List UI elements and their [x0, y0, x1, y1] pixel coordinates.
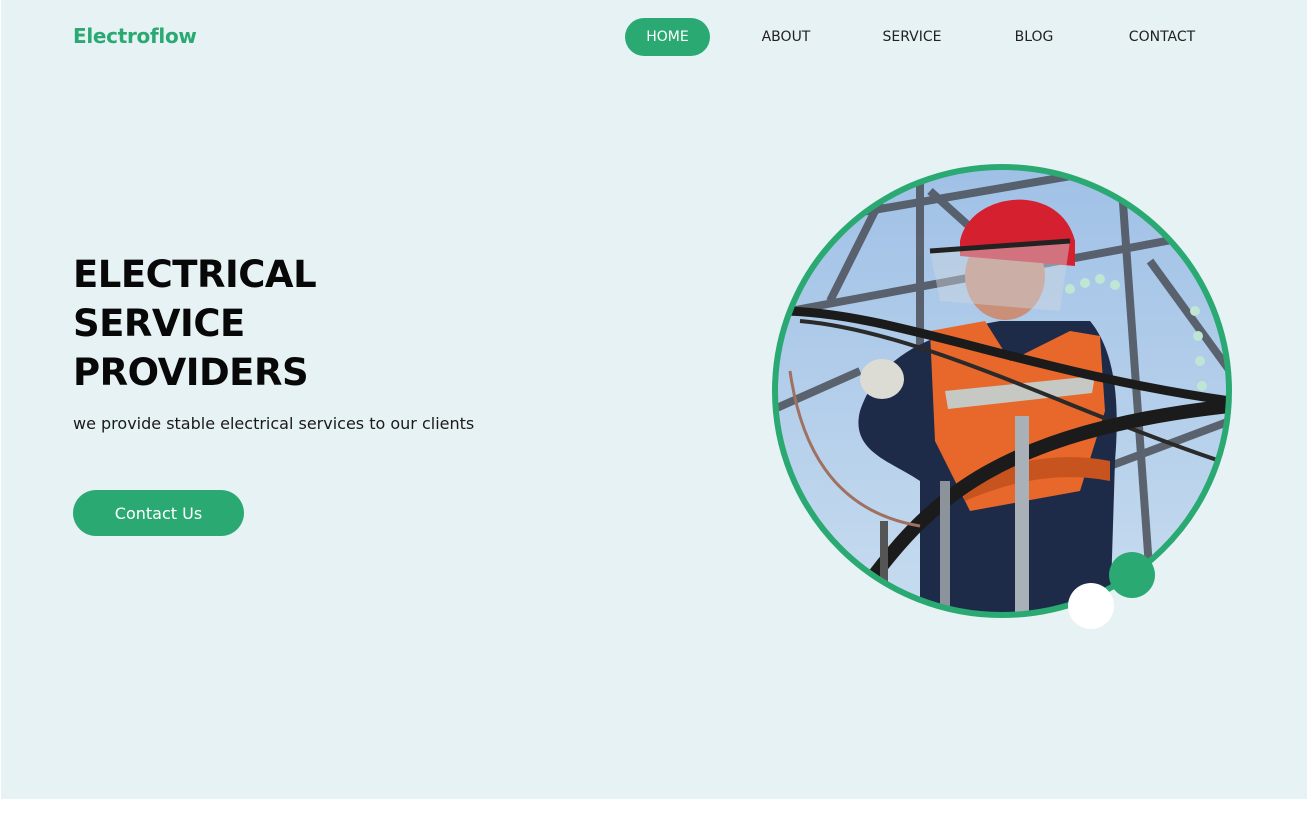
hero-headline: ELECTRICAL SERVICE PROVIDERS	[73, 250, 317, 397]
nav-service[interactable]: SERVICE	[869, 18, 955, 56]
brand-logo[interactable]: Electroflow	[73, 24, 197, 48]
decorative-dot-white	[1068, 583, 1114, 629]
headline-line-1: ELECTRICAL	[73, 253, 317, 296]
headline-line-3: PROVIDERS	[73, 351, 309, 394]
hero-subtitle: we provide stable electrical services to…	[73, 414, 475, 433]
contact-us-button[interactable]: Contact Us	[73, 490, 244, 536]
hero-image	[770, 161, 1235, 621]
electrician-photo	[772, 164, 1232, 618]
nav-home[interactable]: HOME	[625, 18, 710, 56]
nav-blog[interactable]: BLOG	[1003, 18, 1065, 56]
decorative-dot-green	[1109, 552, 1155, 598]
headline-line-2: SERVICE	[73, 302, 245, 345]
nav-about[interactable]: ABOUT	[749, 18, 823, 56]
nav-contact[interactable]: CONTACT	[1113, 18, 1211, 56]
